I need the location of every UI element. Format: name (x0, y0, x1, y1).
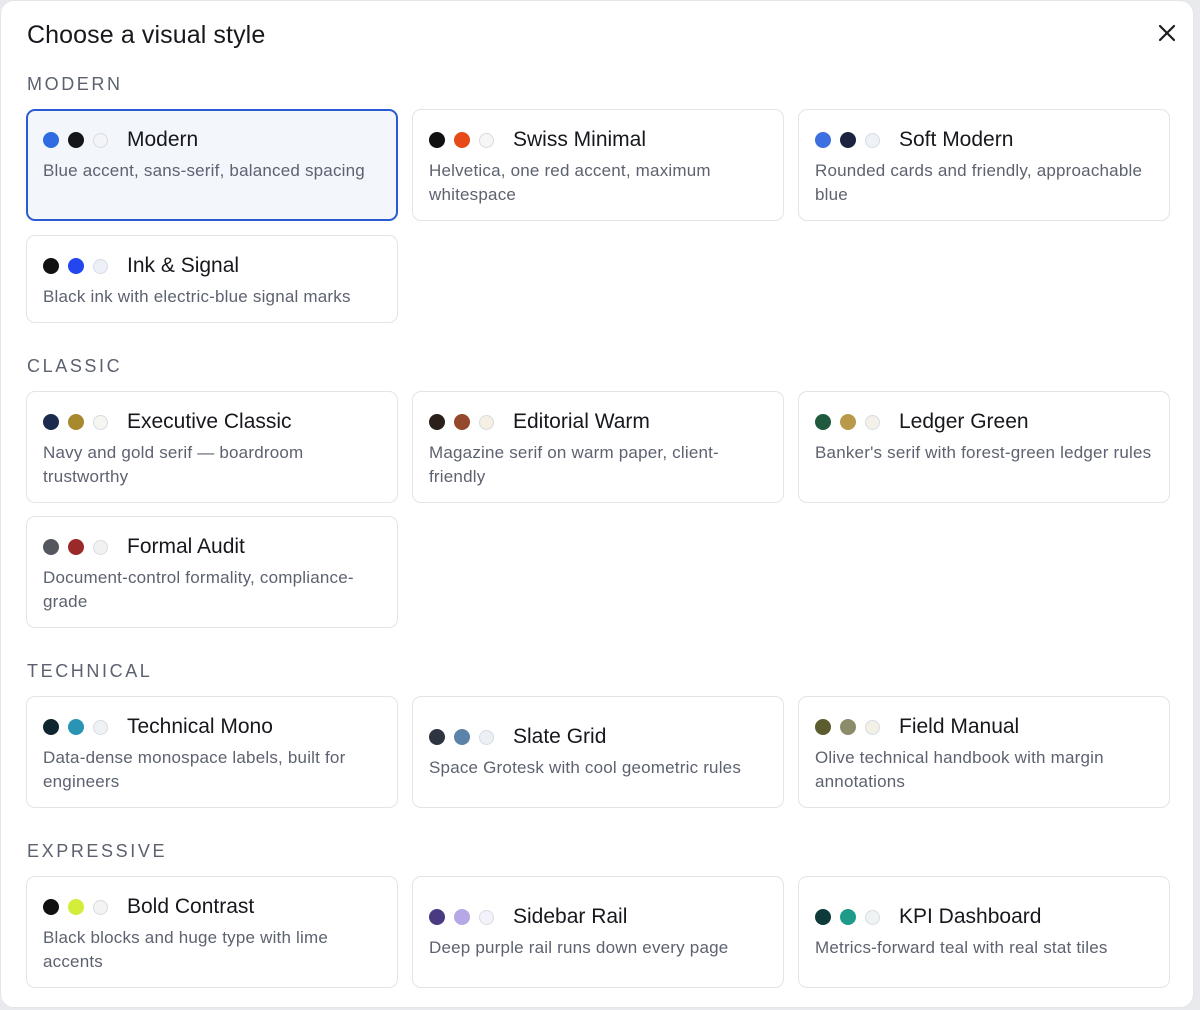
accent-color-swatch (454, 729, 470, 745)
background-color-swatch (93, 258, 108, 274)
background-color-swatch (479, 909, 494, 925)
background-color-swatch (93, 132, 108, 148)
style-card-title: KPI Dashboard (899, 905, 1042, 928)
section-label-expressive: EXPRESSIVE (27, 841, 168, 861)
style-card-title: Sidebar Rail (513, 905, 628, 928)
style-card-title: Executive Classic (127, 410, 292, 433)
background-color-swatch (93, 539, 108, 555)
style-card-description: Data-dense monospace labels, built for e… (43, 748, 346, 791)
style-card-executive-classic[interactable]: Executive Classic Navy and gold serif — … (26, 391, 398, 503)
primary-color-swatch (43, 414, 59, 430)
primary-color-swatch (43, 539, 59, 555)
dialog-title: Choose a visual style (27, 21, 266, 49)
style-card-description: Black ink with electric-blue signal mark… (43, 287, 351, 306)
style-card-formal-audit[interactable]: Formal Audit Document-control formality,… (26, 516, 398, 628)
style-card-ledger-green[interactable]: Ledger Green Banker's serif with forest-… (798, 391, 1170, 503)
primary-color-swatch (815, 414, 831, 430)
section-label-modern: MODERN (27, 74, 123, 94)
accent-color-swatch (68, 899, 84, 915)
style-card-field-manual[interactable]: Field Manual Olive technical handbook wi… (798, 696, 1170, 808)
style-card-description: Helvetica, one red accent, maximum white… (429, 161, 711, 204)
background-color-swatch (865, 719, 880, 735)
style-card-sidebar-rail[interactable]: Sidebar Rail Deep purple rail runs down … (412, 876, 784, 988)
primary-color-swatch (429, 414, 445, 430)
style-card-description: Black blocks and huge type with lime acc… (43, 928, 329, 971)
primary-color-swatch (429, 909, 445, 925)
style-card-bold-contrast[interactable]: Bold Contrast Black blocks and huge type… (26, 876, 398, 988)
style-card-description: Rounded cards and friendly, approachable… (815, 161, 1143, 204)
style-card-title: Soft Modern (899, 128, 1014, 151)
accent-color-swatch (840, 719, 856, 735)
accent-color-swatch (454, 132, 470, 148)
primary-color-swatch (429, 729, 445, 745)
accent-color-swatch (68, 719, 84, 735)
background-color-swatch (93, 719, 108, 735)
accent-color-swatch (840, 909, 856, 925)
primary-color-swatch (429, 132, 445, 148)
close-icon (1158, 24, 1176, 42)
style-card-title: Modern (127, 128, 199, 151)
style-card-ink-signal[interactable]: Ink & Signal Black ink with electric-blu… (26, 235, 398, 323)
style-card-title: Swiss Minimal (513, 128, 647, 151)
style-card-description: Olive technical handbook with margin ann… (815, 748, 1104, 791)
style-card-description: Blue accent, sans-serif, balanced spacin… (43, 161, 365, 180)
style-card-editorial-warm[interactable]: Editorial Warm Magazine serif on warm pa… (412, 391, 784, 503)
style-card-technical-mono[interactable]: Technical Mono Data-dense monospace labe… (26, 696, 398, 808)
accent-color-swatch (840, 414, 856, 430)
background-color-swatch (93, 414, 108, 430)
accent-color-swatch (68, 414, 84, 430)
background-color-swatch (865, 132, 880, 148)
style-card-swiss-minimal[interactable]: Swiss Minimal Helvetica, one red accent,… (412, 109, 784, 221)
section-label-technical: TECHNICAL (27, 661, 153, 681)
style-card-title: Ledger Green (899, 410, 1029, 433)
style-card-description: Space Grotesk with cool geometric rules (429, 758, 742, 777)
primary-color-swatch (815, 909, 831, 925)
background-color-swatch (93, 899, 108, 915)
style-card-title: Field Manual (899, 715, 1020, 738)
primary-color-swatch (43, 899, 59, 915)
background-color-swatch (479, 132, 494, 148)
accent-color-swatch (68, 132, 84, 148)
style-card-title: Formal Audit (127, 535, 245, 558)
primary-color-swatch (815, 719, 831, 735)
background-color-swatch (865, 909, 880, 925)
style-card-description: Document-control formality, compliance-g… (43, 568, 354, 611)
style-card-title: Ink & Signal (127, 254, 240, 277)
section-label-classic: CLASSIC (27, 356, 123, 376)
background-color-swatch (865, 414, 880, 430)
primary-color-swatch (43, 258, 59, 274)
style-card-description: Magazine serif on warm paper, client-fri… (429, 443, 719, 486)
accent-color-swatch (454, 909, 470, 925)
close-button[interactable] (1151, 17, 1183, 49)
style-card-title: Technical Mono (127, 715, 273, 738)
background-color-swatch (479, 729, 494, 745)
style-card-kpi-dashboard[interactable]: KPI Dashboard Metrics-forward teal with … (798, 876, 1170, 988)
accent-color-swatch (68, 258, 84, 274)
style-card-title: Slate Grid (513, 725, 607, 748)
style-card-modern[interactable]: Modern Blue accent, sans-serif, balanced… (26, 109, 398, 221)
style-card-slate-grid[interactable]: Slate Grid Space Grotesk with cool geome… (412, 696, 784, 808)
style-card-description: Deep purple rail runs down every page (429, 938, 729, 957)
accent-color-swatch (68, 539, 84, 555)
primary-color-swatch (43, 132, 59, 148)
style-card-description: Banker's serif with forest-green ledger … (815, 443, 1152, 462)
primary-color-swatch (815, 132, 831, 148)
style-card-soft-modern[interactable]: Soft Modern Rounded cards and friendly, … (798, 109, 1170, 221)
accent-color-swatch (840, 132, 856, 148)
primary-color-swatch (43, 719, 59, 735)
accent-color-swatch (454, 414, 470, 430)
style-card-description: Metrics-forward teal with real stat tile… (815, 938, 1108, 957)
style-card-title: Bold Contrast (127, 895, 255, 918)
style-picker-dialog: Choose a visual style MODERN Modern Blue… (0, 0, 1194, 1008)
style-card-description: Navy and gold serif — boardroom trustwor… (43, 443, 304, 486)
style-card-title: Editorial Warm (513, 410, 650, 433)
background-color-swatch (479, 414, 494, 430)
